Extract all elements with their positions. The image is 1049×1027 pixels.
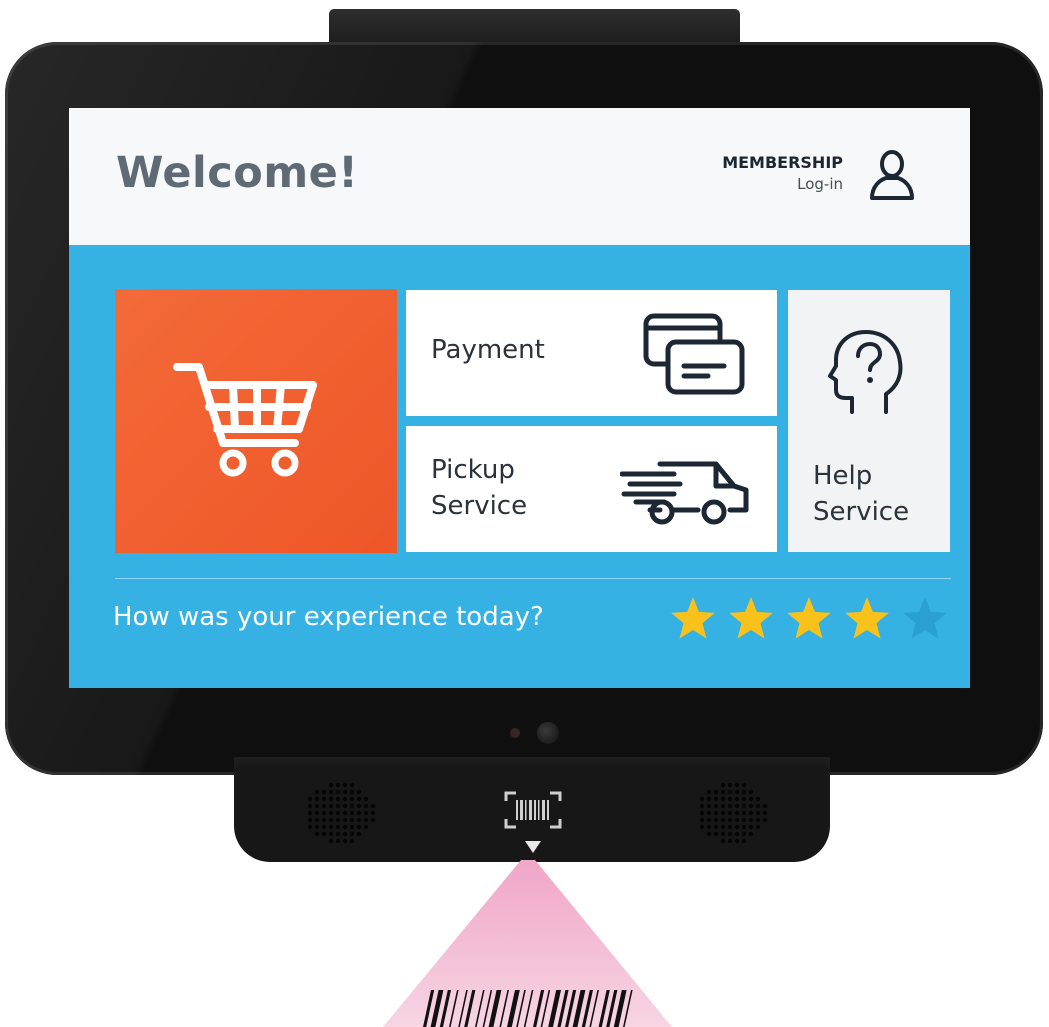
pickup-label-line2: Service [431, 491, 528, 521]
page-title: Welcome! [116, 148, 359, 198]
pickup-label: Pickup Service [431, 452, 527, 524]
credit-cards-icon [643, 313, 745, 395]
help-label-line1: Help [813, 461, 873, 491]
delivery-van-icon [620, 461, 749, 525]
payment-label: Payment [431, 335, 545, 365]
star-icon[interactable] [901, 595, 949, 643]
membership-label: MEMBERSHIP [722, 153, 843, 172]
header-bar: Welcome! MEMBERSHIP Log-in [69, 108, 970, 245]
payment-tile[interactable]: Payment [406, 290, 777, 416]
left-speaker-grille-icon [307, 782, 376, 844]
light-sensor [510, 728, 520, 738]
star-rating[interactable] [669, 595, 959, 645]
star-icon[interactable] [727, 595, 775, 643]
head-question-icon [828, 330, 903, 414]
barcode-scanner-icon [504, 791, 562, 853]
star-icon[interactable] [843, 595, 891, 643]
pickup-service-tile[interactable]: Pickup Service [406, 426, 777, 552]
right-speaker-grille-icon [699, 782, 768, 844]
help-label: Help Service [813, 458, 909, 530]
pickup-label-line1: Pickup [431, 455, 515, 485]
star-icon[interactable] [785, 595, 833, 643]
feedback-divider [115, 578, 951, 579]
feedback-question: How was your experience today? [113, 602, 544, 632]
scanner-base [234, 757, 830, 862]
kiosk-screen: Welcome! MEMBERSHIP Log-in Payment Picku… [69, 108, 970, 688]
shopping-cart-tile[interactable] [115, 289, 397, 553]
scanner-beam [383, 860, 672, 1027]
membership-login-button[interactable]: MEMBERSHIP Log-in [722, 153, 843, 193]
camera-lens [537, 722, 559, 744]
shopping-cart-icon [173, 363, 317, 477]
user-icon[interactable] [868, 150, 916, 202]
login-label: Log-in [797, 175, 843, 193]
help-label-line2: Service [813, 497, 910, 527]
help-service-tile[interactable]: Help Service [788, 290, 950, 552]
star-icon[interactable] [669, 595, 717, 643]
